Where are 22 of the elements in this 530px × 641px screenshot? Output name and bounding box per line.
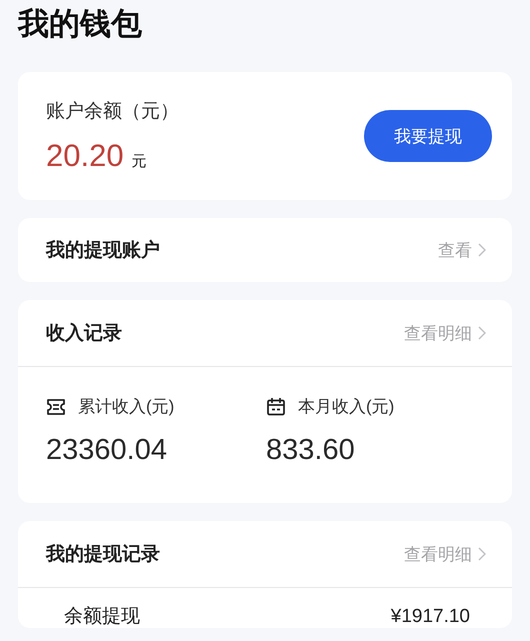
- section-title: 收入记录: [46, 322, 122, 346]
- view-link[interactable]: 查看明细: [404, 542, 486, 566]
- ticket-icon: [46, 398, 66, 416]
- withdraw-button[interactable]: 我要提现: [364, 110, 492, 162]
- page-title: 我的钱包: [18, 5, 142, 43]
- view-link[interactable]: 查看明细: [404, 322, 486, 344]
- record-label: 余额提现: [64, 606, 140, 628]
- chevron-icon: [478, 243, 486, 257]
- chevron-icon: [478, 547, 486, 561]
- stat-value: 23360.04: [46, 434, 168, 467]
- chevron-icon: [478, 326, 486, 340]
- record-amount: ¥1917.10: [390, 606, 470, 628]
- currency-unit: 元: [132, 152, 147, 171]
- section-title: 我的提现记录: [46, 543, 160, 567]
- balance-label: 账户余额（元）: [46, 100, 179, 124]
- balance-amount: 20.20: [46, 138, 124, 174]
- section-title: 我的提现账户: [46, 238, 160, 263]
- stat-label: 累计收入(元): [78, 396, 174, 418]
- view-link[interactable]: 查看: [438, 238, 486, 262]
- calendar-icon: [266, 396, 286, 416]
- stat-label: 本月收入(元): [298, 396, 394, 418]
- stat-value: 833.60: [266, 434, 356, 467]
